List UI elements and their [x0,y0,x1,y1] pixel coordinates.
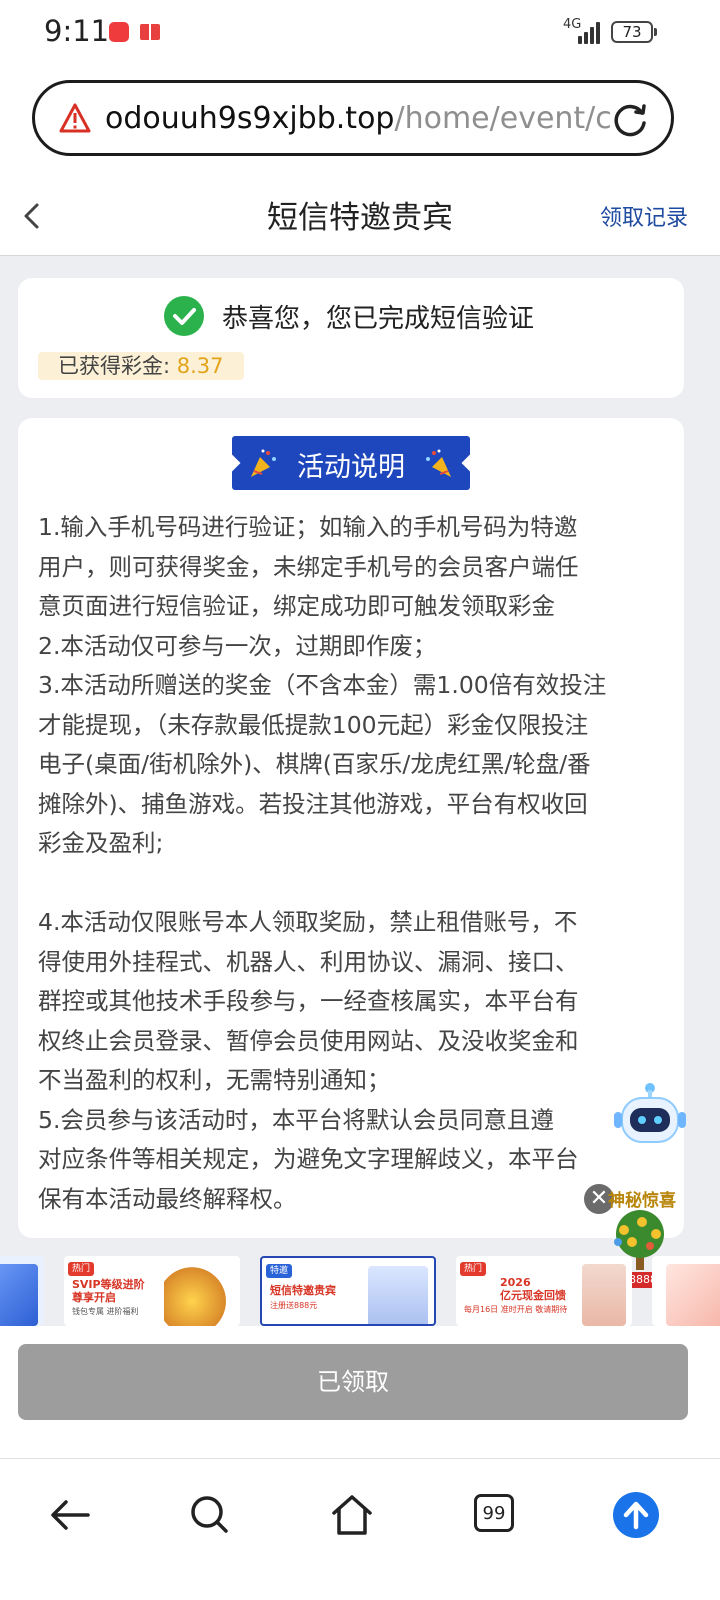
description-body: 1.输入手机号码进行验证；如输入的手机号码为特邀 用户，则可获得奖金，未绑定手机… [38,508,670,1219]
description-line: 意页面进行短信验证，绑定成功即可触发领取彩金 [38,592,555,620]
description-line: 不当盈利的权利，无需特别通知； [38,1066,391,1094]
banner-image [582,1264,626,1326]
description-line [38,864,670,904]
activity-description-card: 活动说明 1.输入手机号码进行验证；如输入的手机号码为特邀 用户，则可获得奖金，… [18,418,684,1238]
promo-banner[interactable]: 热门 2026 亿元现金回馈 每月16日 准时开启 敬请期待 [456,1256,632,1326]
description-line: 权终止会员登录、暂停会员使用网站、及没收奖金和 [38,1026,579,1055]
bonus-value: 8.37 [176,354,224,378]
banner-image [368,1266,428,1324]
status-bar: 9:11 4G 73 [0,0,720,64]
description-line: 彩金及盈利; [38,829,164,857]
browser-nav-bar [0,1458,720,1600]
signal-icon [578,20,604,44]
description-line: 对应条件等相关规定，为避免文字理解歧义，本平台 [38,1145,579,1173]
banner-subtitle: 每月16日 准时开启 敬请期待 [464,1305,568,1314]
banner-image [0,1264,38,1326]
url-host: odouuh9s9xjbb.top [105,101,395,136]
status-time: 9:11 [44,14,110,48]
tabs-icon[interactable]: 99 [474,1494,514,1532]
upload-icon[interactable] [612,1491,660,1539]
description-line: 群控或其他技术手段参与，一经查核属实，本平台有 [38,987,579,1015]
search-icon[interactable] [186,1491,234,1539]
description-banner: 活动说明 [232,436,470,490]
verification-message: 恭喜您，您已完成短信验证 [222,304,535,334]
promo-banner[interactable]: 热门 SVIP等级进阶 尊享开启 钱包专属 进阶福利 [64,1256,240,1326]
book-notification-icon [140,24,160,40]
description-line: 用户，则可获得奖金，未绑定手机号的会员客户端任 [38,552,579,581]
promo-banner-carousel[interactable]: 热门 SVIP等级进阶 尊享开启 钱包专属 进阶福利 特邀 短信特邀贵宾 注册送… [0,1252,720,1326]
description-line: 3.本活动所赠送的奖金（不含本金）需1.00倍有效投注 [38,671,607,699]
url-text[interactable]: odouuh9s9xjbb.top/home/event/c [105,101,615,136]
battery-indicator: 73 [611,21,657,43]
description-line: 电子(桌面/街机除外)、棋牌(百家乐/龙虎红黑/轮盘/番 [38,750,591,778]
warning-icon[interactable] [59,103,91,133]
verification-card: 恭喜您，您已完成短信验证 已获得彩金: 8.37 [18,278,684,398]
banner-tag: 特邀 [266,1264,293,1278]
description-line: 才能提现，（未存款最低提款100元起）彩金仅限投注 [38,710,589,739]
description-line: 2.本活动仅可参与一次，过期即作废； [38,631,437,660]
banner-tag: 热门 [460,1262,487,1276]
records-link[interactable]: 领取记录 [600,200,688,232]
claim-button[interactable]: 已领取 [18,1344,688,1420]
description-line: 4.本活动仅限账号本人领取奖励，禁止租借账号，不 [38,908,578,936]
description-line: 摊除外)、捕鱼游戏。若投注其他游戏，平台有权收回 [38,789,588,818]
promo-banner[interactable]: 特邀 短信特邀贵宾 注册送888元 [260,1256,436,1326]
promo-banner[interactable] [0,1256,44,1326]
banner-title: 2026 亿元现金回馈 [500,1276,566,1302]
home-icon[interactable] [328,1491,376,1539]
page-header: 短信特邀贵宾 领取记录 [0,176,720,256]
promo-banner[interactable] [652,1256,720,1326]
banner-title: SVIP等级进阶 尊享开启 [72,1278,145,1304]
bonus-pill: 已获得彩金: 8.37 [38,352,244,380]
check-circle-icon [164,296,204,336]
description-line: 得使用外挂程式、机器人、利用协议、漏洞、接口、 [38,947,579,976]
back-arrow-icon[interactable] [46,1491,94,1539]
banner-subtitle: 注册送888元 [270,1301,318,1310]
party-popper-icon [426,449,451,477]
banner-subtitle: 钱包专属 进阶福利 [72,1307,139,1316]
url-bar[interactable]: odouuh9s9xjbb.top/home/event/c [32,80,674,156]
url-path: /home/event/c [394,101,612,136]
description-line: 1.输入手机号码进行验证；如输入的手机号码为特邀 [38,513,578,541]
banner-title: 短信特邀贵宾 [270,1284,336,1297]
app-notification-icon [109,22,129,42]
banner-tag: 热门 [68,1262,95,1276]
reload-icon[interactable] [611,101,649,139]
banner-image [164,1264,234,1326]
robot-assistant-icon[interactable] [612,1078,688,1154]
bottom-action-area: 已领取 [0,1326,720,1458]
bonus-label: 已获得彩金: [58,354,171,378]
banner-image [666,1264,720,1326]
browser-url-area: odouuh9s9xjbb.top/home/event/c [0,64,720,176]
description-line: 保有本活动最终解释权。 [38,1184,297,1213]
description-line: 5.会员参与该活动时，本平台将默认会员同意且遵 [38,1105,554,1134]
